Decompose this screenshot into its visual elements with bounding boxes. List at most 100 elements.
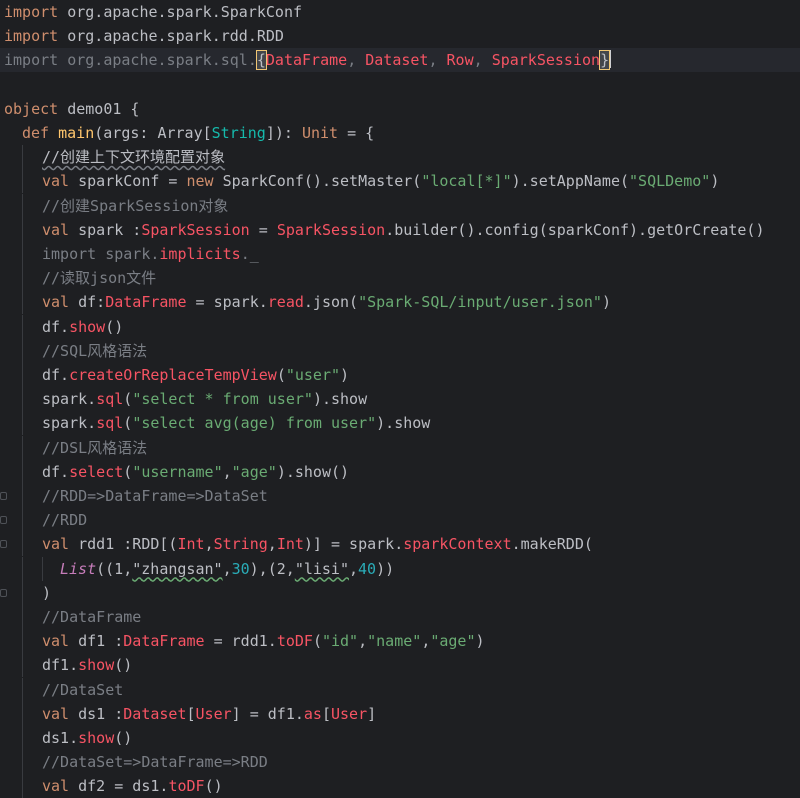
code-token: , (349, 559, 359, 578)
code-token: = (249, 220, 277, 239)
code-line[interactable]: ds1.show() (0, 726, 800, 750)
code-token: //RDD (42, 511, 88, 530)
code-line[interactable] (0, 73, 800, 97)
code-line[interactable]: val rdd1 :RDD[(Int,String,Int)] = spark.… (0, 532, 800, 557)
indent-guide (22, 387, 23, 412)
code-token: import (4, 27, 59, 46)
code-token: implicits (159, 245, 241, 263)
code-token: sparkContext (403, 535, 512, 554)
code-token: sql (96, 414, 124, 433)
code-token: show (78, 656, 115, 675)
code-token: , (347, 51, 366, 70)
code-line[interactable]: //DataSet=>DataFrame=>RDD (0, 750, 800, 775)
code-line[interactable]: val df1 :DataFrame = rdd1.toDF("id","nam… (0, 629, 800, 654)
code-text: spark.sql("select avg(age) from user").s… (42, 411, 430, 435)
code-text: //RDD=>DataFrame=>DataSet (42, 484, 268, 508)
code-token: = rdd1. (204, 632, 277, 651)
code-line[interactable]: //创建SparkSession对象 (0, 193, 800, 218)
code-token: DataFrame (105, 293, 187, 312)
indent-guide (22, 290, 23, 315)
fold-marker-icon[interactable] (0, 540, 7, 549)
code-line[interactable]: List((1,"zhangsan",30),(2,"lisi",40)) (0, 556, 800, 581)
code-line[interactable]: def main(args: Array[String]): Unit = { (0, 121, 800, 145)
code-token: new (186, 172, 214, 191)
code-line[interactable]: object demo01 { (0, 97, 800, 121)
code-token: val (42, 220, 70, 239)
code-text: def main(args: Array[String]): Unit = { (22, 121, 374, 145)
code-line[interactable]: //创建上下文环境配置对象 (0, 145, 800, 170)
code-token: spark. (42, 414, 97, 433)
code-line[interactable]: val df2 = ds1.toDF() (0, 774, 800, 798)
code-token: val (42, 293, 70, 312)
indent-guide (22, 605, 23, 629)
code-line[interactable]: //DataFrame (0, 605, 800, 629)
code-line[interactable]: spark.sql("select avg(age) from user").s… (0, 411, 800, 436)
code-line[interactable]: val ds1 :Dataset[User] = df1.as[User] (0, 701, 800, 726)
text-caret (609, 50, 612, 69)
code-line[interactable]: df.show() (0, 314, 800, 339)
fold-marker-icon[interactable] (0, 516, 7, 525)
code-token: ((1, (96, 559, 133, 578)
code-line[interactable]: //DataSet (0, 677, 800, 702)
code-token: spark. (42, 390, 97, 409)
code-token: //创建SparkSession对象 (42, 196, 229, 215)
code-token: ( (312, 632, 322, 651)
code-token: df: (69, 293, 106, 312)
code-line[interactable]: df.createOrReplaceTempView("user") (0, 363, 800, 387)
code-line[interactable]: ) (0, 580, 800, 605)
code-line[interactable]: val spark :SparkSession = SparkSession.b… (0, 217, 800, 242)
indent-guide (22, 435, 23, 460)
code-token: , (222, 462, 232, 481)
code-token: 30 (231, 559, 250, 578)
code-token: "id" (321, 632, 359, 651)
code-line[interactable]: val sparkConf = new SparkConf().setMaste… (0, 169, 800, 194)
code-line[interactable]: spark.sql("select * from user").show (0, 387, 800, 412)
code-line[interactable]: //DSL风格语法 (0, 435, 800, 460)
code-token: .makeRDD( (511, 535, 593, 554)
code-editor[interactable]: import org.apache.spark.SparkConf import … (0, 0, 800, 798)
code-line[interactable]: val df:DataFrame = spark.read.json("Spar… (0, 290, 800, 315)
code-token: ( (123, 390, 133, 409)
code-token: { (255, 50, 267, 71)
code-text: val ds1 :Dataset[User] = df1.as[User] (42, 702, 376, 726)
indent-guide (22, 677, 23, 702)
code-line[interactable]: import org.apache.spark.sql.{DataFrame, … (0, 48, 800, 73)
code-line[interactable]: //读取json文件 (0, 266, 800, 291)
code-line[interactable]: df.select("username","age").show() (0, 459, 800, 484)
code-line[interactable]: df1.show() (0, 653, 800, 678)
fold-marker-icon[interactable] (0, 492, 7, 500)
code-token: [ (321, 704, 331, 723)
code-line[interactable]: import spark.implicits._ (0, 242, 800, 266)
code-token: read (267, 293, 304, 312)
code-token: demo01 { (58, 99, 140, 118)
code-token: , (222, 559, 232, 578)
code-token: Unit (301, 124, 339, 142)
code-token: import (4, 3, 59, 21)
code-token: import org.apache.spark.sql. (4, 51, 257, 70)
code-token: String (213, 535, 268, 554)
code-token: ( (276, 366, 286, 384)
code-token: //DSL风格语法 (42, 438, 148, 457)
code-token: df. (42, 366, 70, 384)
code-token: () (114, 656, 133, 675)
code-line[interactable]: //RDD=>DataFrame=>DataSet (0, 484, 800, 508)
code-token: ),(2, (249, 559, 295, 578)
code-line[interactable]: //SQL风格语法 (0, 338, 800, 363)
code-text: //读取json文件 (42, 266, 156, 290)
code-token: "Spark-SQL/input/user.json" (358, 293, 602, 312)
code-text: //DataFrame (42, 605, 141, 629)
code-token: "SQLDemo" (629, 172, 711, 191)
indent-guide (22, 169, 23, 194)
code-token: SparkConf().setMaster( (213, 172, 422, 191)
code-token: val (42, 777, 70, 796)
indent-guide (22, 411, 23, 436)
code-line[interactable]: import org.apache.spark.rdd.RDD (0, 24, 800, 48)
code-line[interactable]: //RDD (0, 508, 800, 533)
code-token: List (60, 559, 97, 578)
fold-marker-icon[interactable] (0, 588, 7, 597)
code-token: User (331, 704, 368, 723)
code-text: ) (42, 581, 51, 605)
code-token: df. (42, 317, 70, 336)
code-line[interactable]: import org.apache.spark.SparkConf (0, 0, 800, 24)
